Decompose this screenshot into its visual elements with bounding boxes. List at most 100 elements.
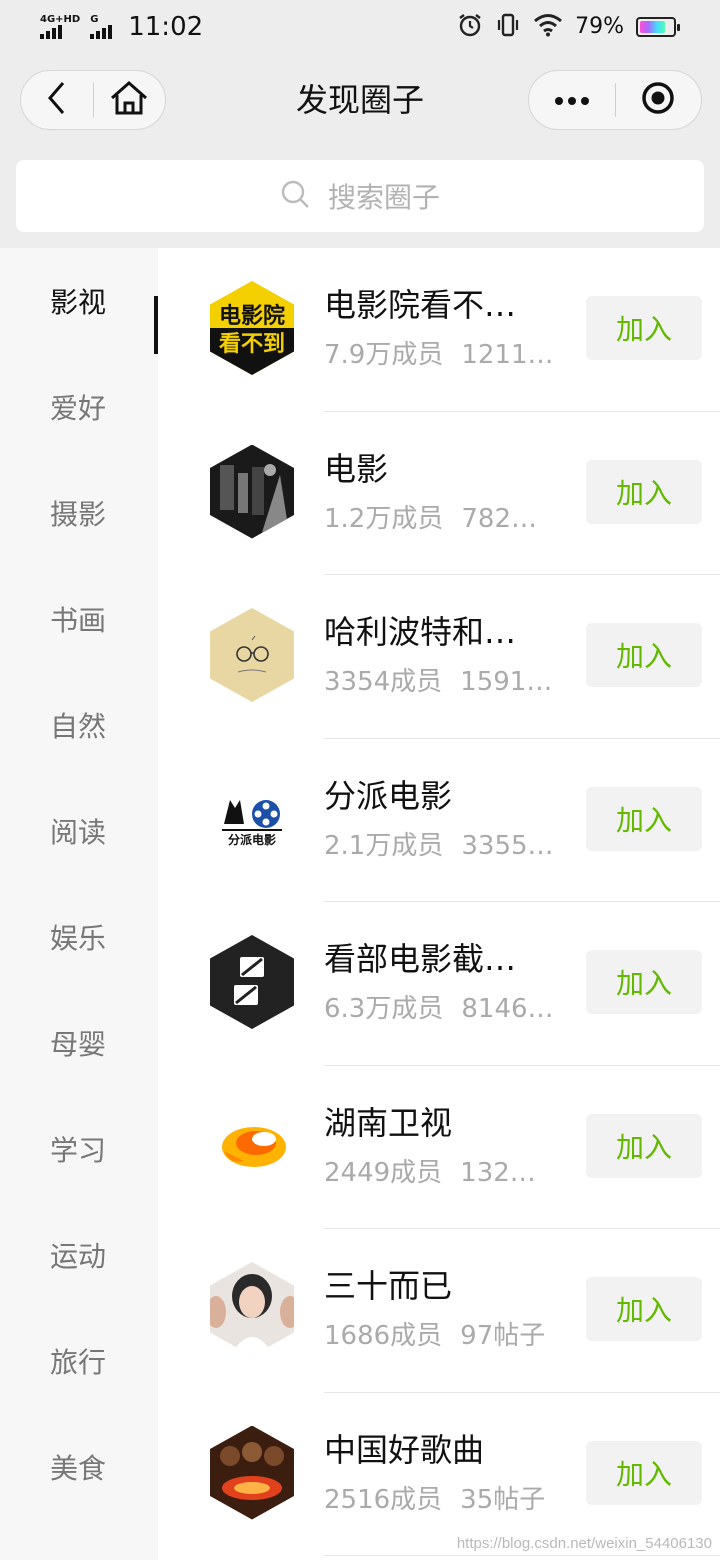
network-type-label: G — [90, 14, 99, 25]
circle-list: 电影院 看不到 电影院看不… 7.9万成员 1211… 加入 电影 1.2万成员… — [158, 248, 720, 1556]
join-button[interactable]: 加入 — [586, 623, 702, 687]
post-count: 1211… — [461, 340, 554, 370]
signal-icon: 4G+HD — [40, 15, 80, 39]
circle-avatar — [210, 935, 294, 1029]
avatar-text: 分派电影 — [228, 832, 276, 847]
category-label: 书画 — [50, 604, 107, 637]
battery-percent: 79% — [575, 14, 624, 39]
circle-stats: 3354成员 1591… — [324, 664, 552, 700]
category-item[interactable]: 自然 — [0, 672, 158, 778]
post-count: 35帖子 — [460, 1484, 546, 1515]
post-count: 8146… — [461, 994, 554, 1024]
join-button[interactable]: 加入 — [586, 459, 702, 524]
category-item[interactable]: 书画 — [0, 566, 158, 672]
content-area: 影视 爱好 摄影 书画 自然 阅读 娱乐 母婴 学习 运动 旅行 美食 电影院 … — [0, 248, 720, 1560]
join-button[interactable]: 加入 — [586, 1113, 702, 1178]
search-icon — [280, 179, 310, 213]
circle-name: 哈利波特和… — [324, 613, 517, 651]
more-dots-icon — [554, 91, 590, 110]
list-item[interactable]: 看部电影截… 6.3万成员 8146… 加入 — [158, 902, 720, 1066]
member-count: 2516成员 — [324, 1484, 443, 1515]
category-label: 影视 — [50, 286, 107, 319]
target-close-icon — [641, 81, 675, 119]
list-item[interactable]: 中国好歌曲 2516成员 35帖子 加入 — [158, 1393, 720, 1556]
category-label: 母婴 — [50, 1028, 107, 1061]
category-label: 旅行 — [50, 1346, 107, 1379]
circle-name: 看部电影截… — [324, 940, 517, 978]
join-button[interactable]: 加入 — [586, 950, 702, 1014]
watermark: https://blog.csdn.net/weixin_54406130 — [456, 1535, 712, 1552]
post-count: 3355… — [461, 830, 554, 861]
signal-icon: G — [90, 14, 113, 39]
circle-stats: 2516成员 35帖子 — [324, 1482, 545, 1518]
circle-avatar — [210, 1262, 294, 1356]
circle-stats: 2449成员 132… — [324, 1155, 536, 1191]
member-count: 7.9万成员 — [324, 340, 444, 370]
list-item[interactable]: 分派电影 分派电影 2.1万成员 3355… 加入 — [158, 739, 720, 902]
category-item[interactable]: 摄影 — [0, 460, 158, 566]
category-label: 美食 — [50, 1452, 107, 1485]
category-item[interactable]: 影视 — [0, 248, 158, 354]
category-label: 娱乐 — [50, 922, 107, 955]
avatar-text: 看不到 — [219, 332, 285, 357]
circle-name: 电影院看不… — [324, 286, 517, 324]
list-item[interactable]: 三十而已 1686成员 97帖子 加入 — [158, 1229, 720, 1393]
clock: 11:02 — [128, 12, 204, 42]
circle-name: 湖南卫视 — [324, 1103, 453, 1142]
list-item[interactable]: 湖南卫视 2449成员 132… 加入 — [158, 1066, 720, 1229]
category-label: 学习 — [50, 1134, 107, 1167]
category-item[interactable]: 爱好 — [0, 354, 158, 460]
circle-avatar — [210, 444, 294, 539]
category-item[interactable]: 学习 — [0, 1096, 158, 1202]
category-item[interactable]: 美食 — [0, 1414, 158, 1520]
category-sidebar: 影视 爱好 摄影 书画 自然 阅读 娱乐 母婴 学习 运动 旅行 美食 — [0, 248, 158, 1560]
network-type-label: 4G+HD — [40, 14, 81, 25]
vibrate-icon — [495, 12, 521, 42]
status-left: 4G+HD G 11:02 — [40, 10, 203, 44]
member-count: 1686成员 — [324, 1321, 443, 1351]
circle-avatar — [210, 608, 294, 702]
category-item[interactable]: 阅读 — [0, 778, 158, 884]
category-item[interactable]: 运动 — [0, 1202, 158, 1308]
list-item[interactable]: 电影院 看不到 电影院看不… 7.9万成员 1211… 加入 — [158, 248, 720, 412]
avatar-text: 电影院 — [219, 303, 285, 329]
circle-stats: 1.2万成员 782… — [324, 501, 537, 537]
status-bar: 4G+HD G 11:02 79% — [0, 0, 720, 56]
post-count: 97帖子 — [460, 1321, 546, 1351]
circle-avatar — [210, 1425, 294, 1520]
nav-capsule-right — [528, 70, 702, 130]
category-label: 爱好 — [50, 392, 107, 425]
list-item[interactable]: 哈利波特和… 3354成员 1591… 加入 — [158, 575, 720, 739]
join-button[interactable]: 加入 — [586, 1440, 702, 1505]
more-button[interactable] — [529, 70, 615, 130]
circle-avatar: 分派电影 — [210, 771, 294, 866]
circle-stats: 2.1万成员 3355… — [324, 828, 554, 864]
circle-avatar: 电影院 看不到 — [210, 281, 294, 375]
circle-name: 电影 — [324, 449, 389, 488]
search-bar[interactable]: 搜索圈子 — [16, 160, 704, 232]
circle-avatar — [210, 1098, 294, 1193]
join-button[interactable]: 加入 — [586, 296, 702, 360]
post-count: 132… — [460, 1157, 536, 1188]
member-count: 2.1万成员 — [324, 830, 444, 861]
join-button[interactable]: 加入 — [586, 1277, 702, 1341]
alarm-icon — [457, 12, 483, 42]
post-count: 1591… — [460, 667, 553, 697]
join-button[interactable]: 加入 — [586, 786, 702, 851]
member-count: 6.3万成员 — [324, 994, 444, 1024]
list-item[interactable]: 电影 1.2万成员 782… 加入 — [158, 412, 720, 575]
circle-name: 三十而已 — [324, 1267, 453, 1305]
search-placeholder: 搜索圈子 — [327, 181, 440, 214]
category-item[interactable]: 娱乐 — [0, 884, 158, 990]
circle-stats: 6.3万成员 8146… — [324, 991, 554, 1027]
category-item[interactable]: 旅行 — [0, 1308, 158, 1414]
battery-icon — [636, 17, 680, 37]
category-item[interactable]: 母婴 — [0, 990, 158, 1096]
circle-stats: 1686成员 97帖子 — [324, 1318, 545, 1354]
nav-bar: 发现圈子 — [0, 60, 720, 140]
member-count: 1.2万成员 — [324, 503, 444, 534]
wifi-icon — [533, 13, 563, 41]
close-button[interactable] — [616, 70, 702, 130]
circle-stats: 7.9万成员 1211… — [324, 337, 554, 373]
row-divider — [324, 1555, 720, 1556]
